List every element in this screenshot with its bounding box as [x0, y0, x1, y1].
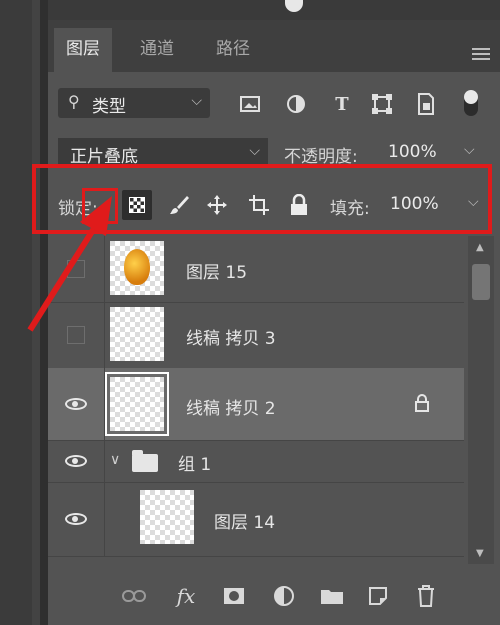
adjustment-filter-icon[interactable]: [284, 92, 308, 116]
tab-layers[interactable]: 图层: [54, 28, 112, 72]
scroll-up-icon[interactable]: ▲: [476, 242, 484, 253]
layers-panel: 图层 通道 路径 ⚲ 类型 ⌵ T 正片叠底 ⌵ 不透明度: 100% ⌵ 锁定…: [48, 0, 500, 625]
visibility-toggle[interactable]: [48, 368, 105, 440]
panel-tabs: 图层 通道 路径: [48, 20, 500, 72]
layer-thumbnail: [110, 241, 164, 295]
chevron-down-icon: ⌵: [191, 93, 202, 109]
tab-channels[interactable]: 通道: [128, 28, 186, 72]
panel-top-bar: [48, 0, 500, 20]
group-name: 组 1: [178, 455, 212, 475]
layer-row-1[interactable]: 图层 15: [48, 236, 464, 303]
smart-object-filter-icon[interactable]: [414, 92, 438, 116]
layer-thumbnail: [110, 307, 164, 361]
panel-menu-icon[interactable]: [472, 48, 490, 62]
egg-image: [124, 249, 150, 285]
scroll-thumb[interactable]: [472, 264, 490, 300]
filter-kind-label: 类型: [92, 97, 126, 117]
canvas-area: [0, 0, 32, 625]
chevron-down-icon[interactable]: ∨: [110, 452, 120, 468]
layer-scrollbar[interactable]: ▲ ▼: [468, 236, 494, 564]
shape-filter-icon[interactable]: [370, 92, 394, 116]
layer-name: 线稿 拷贝 3: [186, 329, 276, 349]
visibility-off-icon: [67, 326, 85, 344]
search-icon: ⚲: [68, 92, 80, 111]
delete-icon[interactable]: [412, 582, 440, 610]
filter-toggle[interactable]: [464, 90, 478, 116]
group-row-1[interactable]: ∨ 组 1: [48, 440, 464, 483]
layer-row-3[interactable]: 线稿 拷贝 2: [48, 368, 464, 441]
visibility-toggle[interactable]: [48, 236, 105, 302]
filter-row: ⚲ 类型 ⌵ T: [48, 84, 500, 124]
blend-mode-value: 正片叠底: [70, 147, 138, 166]
tab-paths[interactable]: 路径: [204, 28, 262, 72]
chevron-down-icon: ⌵: [249, 143, 260, 159]
new-group-icon[interactable]: [318, 582, 346, 610]
visibility-toggle[interactable]: [48, 440, 105, 482]
highlight-lock-transparent: [82, 188, 118, 224]
image-filter-icon[interactable]: [238, 92, 262, 116]
filter-kind-select[interactable]: ⚲ 类型 ⌵: [58, 88, 210, 118]
layer-list: 图层 15 线稿 拷贝 3 线稿 拷贝 2 ∨ 组 1 图层 14: [48, 236, 500, 564]
fx-icon[interactable]: fx: [172, 582, 200, 610]
layer-name: 图层 14: [214, 513, 276, 533]
layer-thumbnail: [140, 490, 194, 544]
eye-icon: [65, 455, 87, 467]
panel-divider[interactable]: [40, 0, 48, 625]
scroll-down-icon[interactable]: ▼: [476, 548, 484, 559]
new-layer-icon[interactable]: [364, 582, 392, 610]
visibility-off-icon: [67, 260, 85, 278]
slider-knob[interactable]: [285, 0, 303, 12]
lock-icon: [415, 394, 429, 412]
opacity-value[interactable]: 100%: [388, 142, 437, 162]
chevron-down-icon[interactable]: ⌵: [464, 142, 475, 158]
layer-name: 线稿 拷贝 2: [186, 399, 276, 419]
folder-icon: [132, 450, 158, 472]
add-mask-icon[interactable]: [220, 582, 248, 610]
blend-row: 正片叠底 ⌵ 不透明度: 100% ⌵: [48, 134, 500, 166]
layers-bottom-bar: fx: [48, 568, 500, 625]
layer-row-2[interactable]: 线稿 拷贝 3: [48, 302, 464, 369]
link-layers-icon[interactable]: [120, 582, 148, 610]
eye-icon: [65, 398, 87, 410]
layer-thumbnail: [105, 372, 169, 436]
layer-row-4[interactable]: 图层 14: [48, 482, 464, 557]
visibility-toggle[interactable]: [48, 302, 105, 368]
type-filter-icon[interactable]: T: [330, 92, 354, 116]
eye-icon: [65, 513, 87, 525]
visibility-toggle[interactable]: [48, 482, 105, 556]
blend-mode-select[interactable]: 正片叠底 ⌵: [58, 138, 268, 166]
opacity-label: 不透明度:: [284, 147, 358, 166]
layer-name: 图层 15: [186, 263, 248, 283]
adjustment-layer-icon[interactable]: [270, 582, 298, 610]
